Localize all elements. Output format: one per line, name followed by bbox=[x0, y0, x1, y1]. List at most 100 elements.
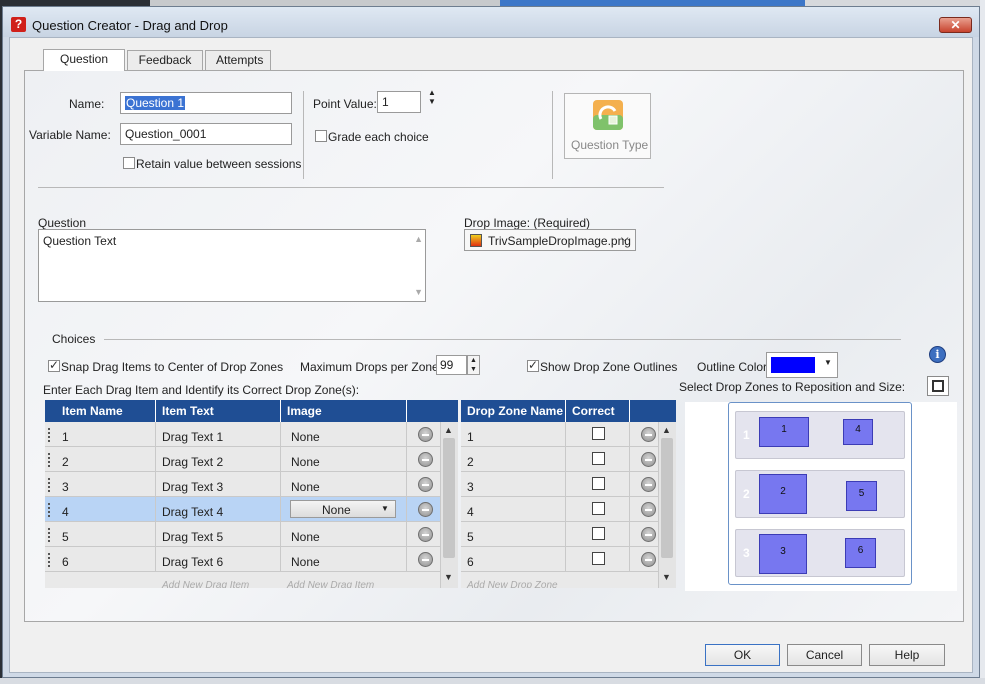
tab-attempts[interactable]: Attempts bbox=[205, 50, 271, 70]
correct-checkbox[interactable] bbox=[592, 552, 605, 565]
tab-feedback[interactable]: Feedback bbox=[127, 50, 203, 70]
table-row[interactable]: 4 bbox=[461, 497, 658, 522]
item-name-cell[interactable]: 5 bbox=[62, 530, 69, 544]
drop-zone-name-cell[interactable]: 2 bbox=[467, 455, 474, 469]
drop-zone-box[interactable]: 2 bbox=[759, 474, 807, 514]
scroll-up-arrow-icon[interactable]: ▲ bbox=[444, 425, 453, 435]
drop-zone-box[interactable]: 3 bbox=[759, 534, 807, 574]
max-drops-spinner[interactable]: ▲ ▼ bbox=[467, 355, 480, 375]
drop-zone-box[interactable]: 5 bbox=[846, 481, 877, 511]
correct-checkbox[interactable] bbox=[592, 427, 605, 440]
drop-zone-box[interactable]: 6 bbox=[845, 538, 876, 568]
help-button[interactable]: Help bbox=[869, 644, 945, 666]
grade-each-choice-checkbox[interactable] bbox=[315, 130, 327, 142]
zone-table-scrollbar[interactable]: ▲ ▼ bbox=[658, 422, 676, 588]
drop-zone-name-cell[interactable]: 4 bbox=[467, 505, 474, 519]
remove-item-icon[interactable] bbox=[418, 552, 433, 567]
item-text-cell[interactable]: Drag Text 3 bbox=[162, 480, 223, 494]
scrollbar-thumb[interactable] bbox=[443, 438, 455, 558]
drag-handle-icon[interactable] bbox=[48, 528, 50, 542]
drag-handle-icon[interactable] bbox=[48, 478, 50, 492]
item-name-cell[interactable]: 4 bbox=[62, 505, 69, 519]
remove-item-icon[interactable] bbox=[418, 527, 433, 542]
item-name-cell[interactable]: 6 bbox=[62, 555, 69, 569]
close-button[interactable]: ✕ bbox=[939, 17, 972, 33]
correct-checkbox[interactable] bbox=[592, 477, 605, 490]
item-name-cell[interactable]: 3 bbox=[62, 480, 69, 494]
item-text-cell[interactable]: Drag Text 6 bbox=[162, 555, 223, 569]
cancel-button[interactable]: Cancel bbox=[787, 644, 862, 666]
title-bar[interactable]: ? Question Creator - Drag and Drop ✕ bbox=[3, 7, 979, 37]
outline-color-picker[interactable]: ▼ bbox=[766, 352, 838, 378]
drop-zone-name-cell[interactable]: 3 bbox=[467, 480, 474, 494]
table-row[interactable]: 2 bbox=[461, 447, 658, 472]
scroll-down-arrow-icon[interactable]: ▼ bbox=[414, 287, 423, 297]
correct-checkbox[interactable] bbox=[592, 452, 605, 465]
scroll-up-arrow-icon[interactable]: ▲ bbox=[414, 234, 423, 244]
scrollbar-thumb[interactable] bbox=[661, 438, 673, 558]
max-drops-field[interactable]: 99 bbox=[436, 355, 467, 375]
remove-item-icon[interactable] bbox=[418, 452, 433, 467]
item-text-cell[interactable]: Drag Text 4 bbox=[162, 505, 223, 519]
scroll-up-arrow-icon[interactable]: ▲ bbox=[662, 425, 671, 435]
remove-zone-icon[interactable] bbox=[641, 502, 656, 517]
table-row[interactable]: 6 Drag Text 6 None bbox=[45, 547, 440, 572]
drag-table-scrollbar[interactable]: ▲ ▼ bbox=[440, 422, 458, 588]
drag-handle-icon[interactable] bbox=[48, 428, 50, 442]
drop-zone-name-cell[interactable]: 1 bbox=[467, 430, 474, 444]
drop-image-select[interactable]: TrivSampleDropImage.png ⌵ bbox=[464, 229, 636, 251]
add-drop-zone-row[interactable]: Add New Drop Zone bbox=[461, 572, 658, 588]
image-cell[interactable]: None bbox=[291, 455, 320, 469]
drag-handle-icon[interactable] bbox=[48, 453, 50, 467]
ok-button[interactable]: OK bbox=[705, 644, 780, 666]
remove-item-icon[interactable] bbox=[418, 427, 433, 442]
image-dropdown[interactable]: None ▼ bbox=[290, 500, 396, 518]
add-drag-item-row[interactable]: Add New Drag Item Add New Drag Item bbox=[45, 572, 440, 588]
tab-question[interactable]: Question bbox=[43, 49, 125, 71]
fit-zones-button[interactable] bbox=[927, 376, 949, 396]
table-row[interactable]: 4 Drag Text 4 None ▼ bbox=[45, 497, 440, 522]
item-text-cell[interactable]: Drag Text 2 bbox=[162, 455, 223, 469]
drop-zone-box[interactable]: 4 bbox=[843, 419, 873, 445]
remove-zone-icon[interactable] bbox=[641, 477, 656, 492]
point-value-field[interactable]: 1 bbox=[377, 91, 421, 113]
image-cell[interactable]: None bbox=[291, 480, 320, 494]
retain-value-checkbox[interactable] bbox=[123, 157, 135, 169]
remove-zone-icon[interactable] bbox=[641, 427, 656, 442]
info-icon[interactable]: i bbox=[929, 346, 946, 363]
drop-zone-box[interactable]: 1 bbox=[759, 417, 809, 447]
remove-item-icon[interactable] bbox=[418, 477, 433, 492]
table-row[interactable]: 2 Drag Text 2 None bbox=[45, 447, 440, 472]
correct-checkbox[interactable] bbox=[592, 502, 605, 515]
question-type-button[interactable]: Question Type bbox=[564, 93, 651, 159]
table-row[interactable]: 3 bbox=[461, 472, 658, 497]
table-row[interactable]: 3 Drag Text 3 None bbox=[45, 472, 440, 497]
scroll-down-arrow-icon[interactable]: ▼ bbox=[662, 572, 671, 582]
remove-zone-icon[interactable] bbox=[641, 527, 656, 542]
question-text-area[interactable]: Question Text ▲ ▼ bbox=[38, 229, 426, 302]
drop-zone-name-cell[interactable]: 6 bbox=[467, 555, 474, 569]
remove-zone-icon[interactable] bbox=[641, 452, 656, 467]
name-field[interactable]: Question 1 bbox=[120, 92, 292, 114]
table-row[interactable]: 1 Drag Text 1 None bbox=[45, 422, 440, 447]
show-outlines-checkbox[interactable] bbox=[527, 358, 539, 372]
drag-handle-icon[interactable] bbox=[48, 553, 50, 567]
image-cell[interactable]: None bbox=[291, 555, 320, 569]
remove-item-icon[interactable] bbox=[418, 502, 433, 517]
table-row[interactable]: 1 bbox=[461, 422, 658, 447]
item-name-cell[interactable]: 1 bbox=[62, 430, 69, 444]
image-cell[interactable]: None bbox=[291, 430, 320, 444]
item-name-cell[interactable]: 2 bbox=[62, 455, 69, 469]
table-row[interactable]: 5 bbox=[461, 522, 658, 547]
snap-to-center-checkbox[interactable] bbox=[48, 358, 60, 372]
scroll-down-arrow-icon[interactable]: ▼ bbox=[444, 572, 453, 582]
drop-zone-name-cell[interactable]: 5 bbox=[467, 530, 474, 544]
table-row[interactable]: 5 Drag Text 5 None bbox=[45, 522, 440, 547]
drag-handle-icon[interactable] bbox=[48, 503, 50, 517]
correct-checkbox[interactable] bbox=[592, 527, 605, 540]
image-cell[interactable]: None bbox=[291, 530, 320, 544]
item-text-cell[interactable]: Drag Text 5 bbox=[162, 530, 223, 544]
remove-zone-icon[interactable] bbox=[641, 552, 656, 567]
point-value-spinner[interactable]: ▲ ▼ bbox=[428, 88, 436, 106]
item-text-cell[interactable]: Drag Text 1 bbox=[162, 430, 223, 444]
